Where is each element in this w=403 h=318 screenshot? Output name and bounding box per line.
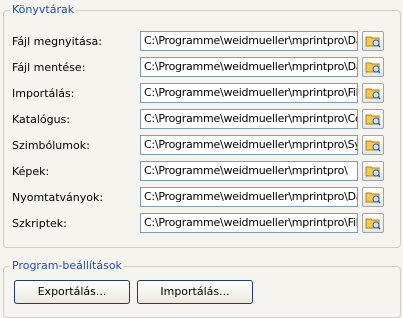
browse-button-forms[interactable] xyxy=(362,187,384,207)
export-button[interactable]: Exportálás... xyxy=(14,280,130,304)
program-settings-group-title: Program-beállítások xyxy=(10,259,124,273)
row-label: Nyomtatványok: xyxy=(12,191,104,204)
path-field-forms[interactable]: C:\Programme\weidmueller\mprintpro\Data\ xyxy=(140,187,358,207)
path-field-file-open[interactable]: C:\Programme\weidmueller\mprintpro\Data\ xyxy=(140,31,358,51)
folder-browse-icon xyxy=(365,62,381,74)
folder-browse-icon xyxy=(365,114,381,126)
path-field-symbols[interactable]: C:\Programme\weidmueller\mprintpro\Symbo… xyxy=(140,135,358,155)
row-label: Katalógus: xyxy=(12,113,70,126)
folder-browse-icon xyxy=(365,166,381,178)
import-button[interactable]: Importálás... xyxy=(137,280,253,304)
libraries-group-title: Könyvtárak xyxy=(10,3,77,17)
row-label: Importálás: xyxy=(12,87,75,100)
libraries-group: Könyvtárak Fájl megnyitása: C:\Programme… xyxy=(3,3,401,248)
folder-browse-icon xyxy=(365,218,381,230)
folder-browse-icon xyxy=(365,192,381,204)
path-field-catalog[interactable]: C:\Programme\weidmueller\mprintpro\Confi… xyxy=(140,109,358,129)
browse-button-catalog[interactable] xyxy=(362,109,384,129)
row-label: Képek: xyxy=(12,165,50,178)
browse-button-symbols[interactable] xyxy=(362,135,384,155)
browse-button-import[interactable] xyxy=(362,83,384,103)
folder-browse-icon xyxy=(365,140,381,152)
path-field-images[interactable]: C:\Programme\weidmueller\mprintpro\ xyxy=(140,161,358,181)
folder-browse-icon xyxy=(365,36,381,48)
path-field-import[interactable]: C:\Programme\weidmueller\mprintpro\Filte… xyxy=(140,83,358,103)
path-field-file-save[interactable]: C:\Programme\weidmueller\mprintpro\Data\ xyxy=(140,57,358,77)
browse-button-file-open[interactable] xyxy=(362,31,384,51)
folder-browse-icon xyxy=(365,88,381,100)
row-label: Szkriptek: xyxy=(12,217,67,230)
browse-button-images[interactable] xyxy=(362,161,384,181)
row-label: Fájl mentése: xyxy=(12,61,86,74)
row-label: Fájl megnyitása: xyxy=(12,35,102,48)
browse-button-scripts[interactable] xyxy=(362,213,384,233)
path-field-scripts[interactable]: C:\Programme\weidmueller\mprintpro\Filte… xyxy=(140,213,358,233)
row-label: Szimbólumok: xyxy=(12,139,90,152)
browse-button-file-save[interactable] xyxy=(362,57,384,77)
program-settings-group: Program-beállítások Exportálás... Import… xyxy=(3,259,401,318)
